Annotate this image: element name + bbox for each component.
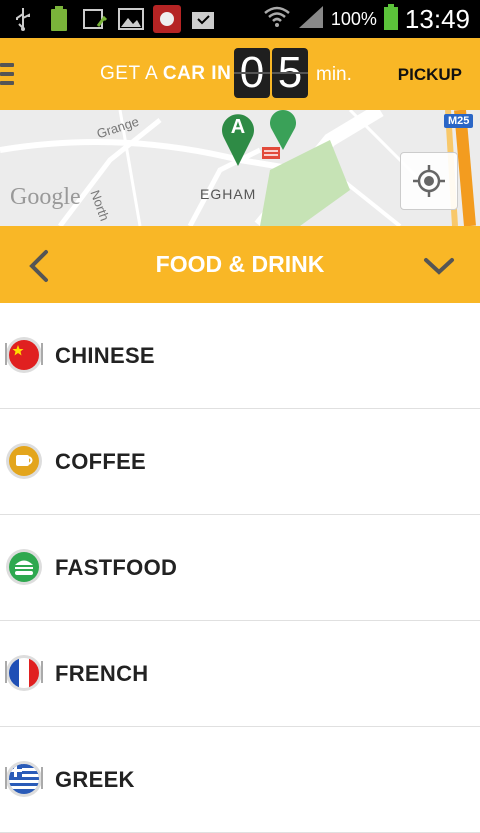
list-item-french[interactable]: FRENCH bbox=[0, 621, 480, 727]
marker-label: A bbox=[230, 116, 246, 138]
status-right: 100% 13:49 bbox=[263, 0, 470, 38]
eta-prefix: GET A bbox=[100, 63, 158, 84]
category-list: CHINESE COFFEE FASTFOOD FRENCH GREEK bbox=[0, 303, 480, 833]
google-logo: Google bbox=[10, 184, 81, 210]
eta-unit: min. bbox=[316, 64, 352, 85]
greece-flag-icon bbox=[4, 759, 44, 799]
expand-button[interactable] bbox=[420, 248, 458, 284]
map-marker-car[interactable] bbox=[268, 110, 298, 150]
menu-icon[interactable] bbox=[0, 63, 14, 85]
clock: 13:49 bbox=[404, 3, 470, 34]
burger-icon bbox=[4, 547, 44, 587]
notification-icons bbox=[8, 4, 218, 34]
eta-digit-ones: 5 bbox=[272, 48, 308, 98]
status-bar: 100% 13:49 bbox=[0, 0, 480, 38]
download-icon bbox=[80, 4, 110, 34]
category-title: FOOD & DRINK bbox=[155, 251, 325, 277]
list-item-greek[interactable]: GREEK bbox=[0, 727, 480, 833]
map-label-town: EGHAM bbox=[200, 186, 257, 202]
list-item-label: CHINESE bbox=[55, 343, 155, 368]
signal-icon bbox=[297, 4, 325, 35]
pickup-button[interactable]: PICKUP bbox=[398, 65, 462, 85]
motorway-badge: M25 bbox=[444, 114, 474, 128]
france-flag-icon bbox=[4, 653, 44, 693]
chevron-down-icon bbox=[424, 258, 454, 275]
battery-percent: 100% bbox=[330, 8, 377, 29]
map-marker-a[interactable]: A bbox=[220, 110, 256, 166]
image-icon bbox=[116, 4, 146, 34]
list-item-label: FRENCH bbox=[55, 661, 149, 686]
battery-full-icon bbox=[44, 4, 74, 34]
list-item-label: COFFEE bbox=[55, 449, 147, 474]
list-item-label: GREEK bbox=[55, 767, 135, 792]
wifi-icon bbox=[263, 5, 291, 34]
crosshair-icon bbox=[413, 165, 445, 197]
map-view[interactable]: Grange North EGHAM M25 Google A bbox=[0, 110, 480, 226]
battery-icon bbox=[383, 3, 399, 36]
list-item-label: FASTFOOD bbox=[55, 555, 178, 580]
eta-car-in: CAR IN bbox=[162, 63, 232, 84]
locate-me-button[interactable] bbox=[400, 152, 458, 210]
list-item-coffee[interactable]: COFFEE bbox=[0, 409, 480, 515]
eta-label: GET A CAR IN bbox=[100, 63, 231, 85]
china-flag-icon bbox=[4, 335, 44, 375]
app-icon bbox=[152, 4, 182, 34]
list-item-fastfood[interactable]: FASTFOOD bbox=[0, 515, 480, 621]
app-header: GET A CAR IN 0 5 min. PICKUP bbox=[0, 38, 480, 110]
coffee-icon bbox=[4, 441, 44, 481]
usb-icon bbox=[8, 4, 38, 34]
category-header: FOOD & DRINK bbox=[0, 226, 480, 303]
eta-digit-tens: 0 bbox=[234, 48, 270, 98]
task-icon bbox=[188, 4, 218, 34]
list-item-chinese[interactable]: CHINESE bbox=[0, 303, 480, 409]
